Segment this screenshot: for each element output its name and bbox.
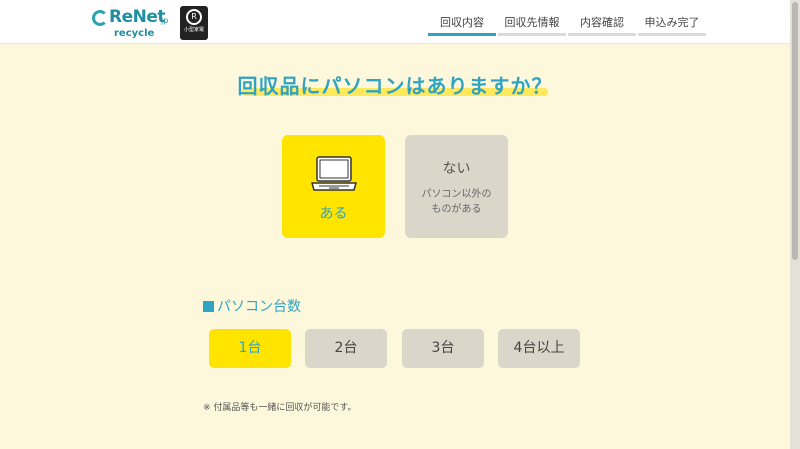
step-3: 内容確認 xyxy=(568,14,636,36)
choice-no-button[interactable]: ない パソコン以外の ものがある xyxy=(405,135,508,238)
count-4plus-button[interactable]: 4台以上 xyxy=(498,329,580,368)
page: ReNet jp recycle R 小型家電 回収内容 回収先情報 内容確認 … xyxy=(0,0,790,449)
logo-subtitle: recycle xyxy=(114,28,155,39)
page-title-text: 回収品にパソコンはありますか？ xyxy=(237,74,553,98)
choice-no-label: ない xyxy=(442,161,471,177)
pc-count-heading: パソコン台数 xyxy=(203,296,301,316)
count-2-button[interactable]: 2台 xyxy=(305,329,387,368)
pc-count-heading-text: パソコン台数 xyxy=(217,299,301,315)
certification-badge: R 小型家電 xyxy=(180,6,208,40)
choice-no-sub-line2: ものがある xyxy=(431,204,482,215)
choice-yes-label: ある xyxy=(319,206,348,222)
page-title: 回収品にパソコンはありますか？ xyxy=(0,70,790,99)
choice-no-sub-line1: パソコン以外の xyxy=(421,189,492,200)
renet-logo[interactable]: ReNet jp recycle xyxy=(92,7,172,40)
badge-text: 小型家電 xyxy=(183,27,204,33)
count-1-button[interactable]: 1台 xyxy=(209,329,291,368)
accessory-note: ※ 付属品等も一緒に回収が可能です。 xyxy=(203,403,357,413)
badge-mark-icon: R xyxy=(186,9,202,25)
count-3-button[interactable]: 3台 xyxy=(402,329,484,368)
logo-name: ReNet xyxy=(109,7,166,27)
vertical-scrollbar[interactable] xyxy=(790,0,800,449)
site-header: ReNet jp recycle R 小型家電 回収内容 回収先情報 内容確認 … xyxy=(0,0,790,44)
logo-suffix: jp xyxy=(161,16,169,25)
square-bullet-icon xyxy=(203,301,214,312)
laptop-icon xyxy=(311,156,357,191)
choice-yes-button[interactable]: ある xyxy=(282,135,385,238)
choice-no-description: パソコン以外の ものがある xyxy=(405,187,508,217)
step-2: 回収先情報 xyxy=(498,14,566,36)
recycle-icon xyxy=(92,10,108,26)
step-4: 申込み完了 xyxy=(638,14,706,36)
scrollbar-thumb[interactable] xyxy=(792,2,798,260)
step-1: 回収内容 xyxy=(428,14,496,36)
